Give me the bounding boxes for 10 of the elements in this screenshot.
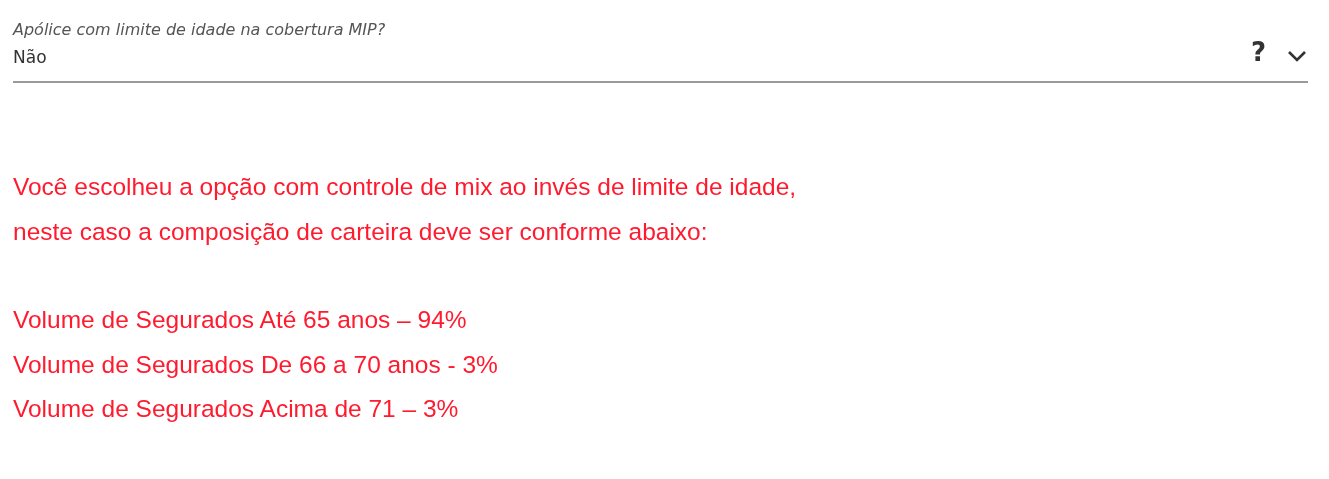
- composition-line: Volume de Segurados Até 65 anos – 94%: [13, 305, 467, 335]
- help-button[interactable]: ?: [1244, 39, 1272, 65]
- composition-line: Volume de Segurados Acima de 71 – 3%: [13, 394, 459, 424]
- composition-line: Volume de Segurados De 66 a 70 anos - 3%: [13, 349, 498, 380]
- chevron-down-icon[interactable]: [1286, 49, 1308, 63]
- warning-text: neste caso a composição de carteira deve ser conforme abaixo:: [13, 216, 708, 247]
- warning-text: Você escolheu a opção com controle de mix ao invés de limite de idade,: [13, 172, 797, 202]
- selected-value: Não: [13, 47, 48, 67]
- field-label: Apólice com limite de idade na cobertura MIP?: [13, 20, 387, 39]
- age-limit-select[interactable]: Apólice com limite de idade na cobertura MIP? Não ?: [13, 20, 1308, 83]
